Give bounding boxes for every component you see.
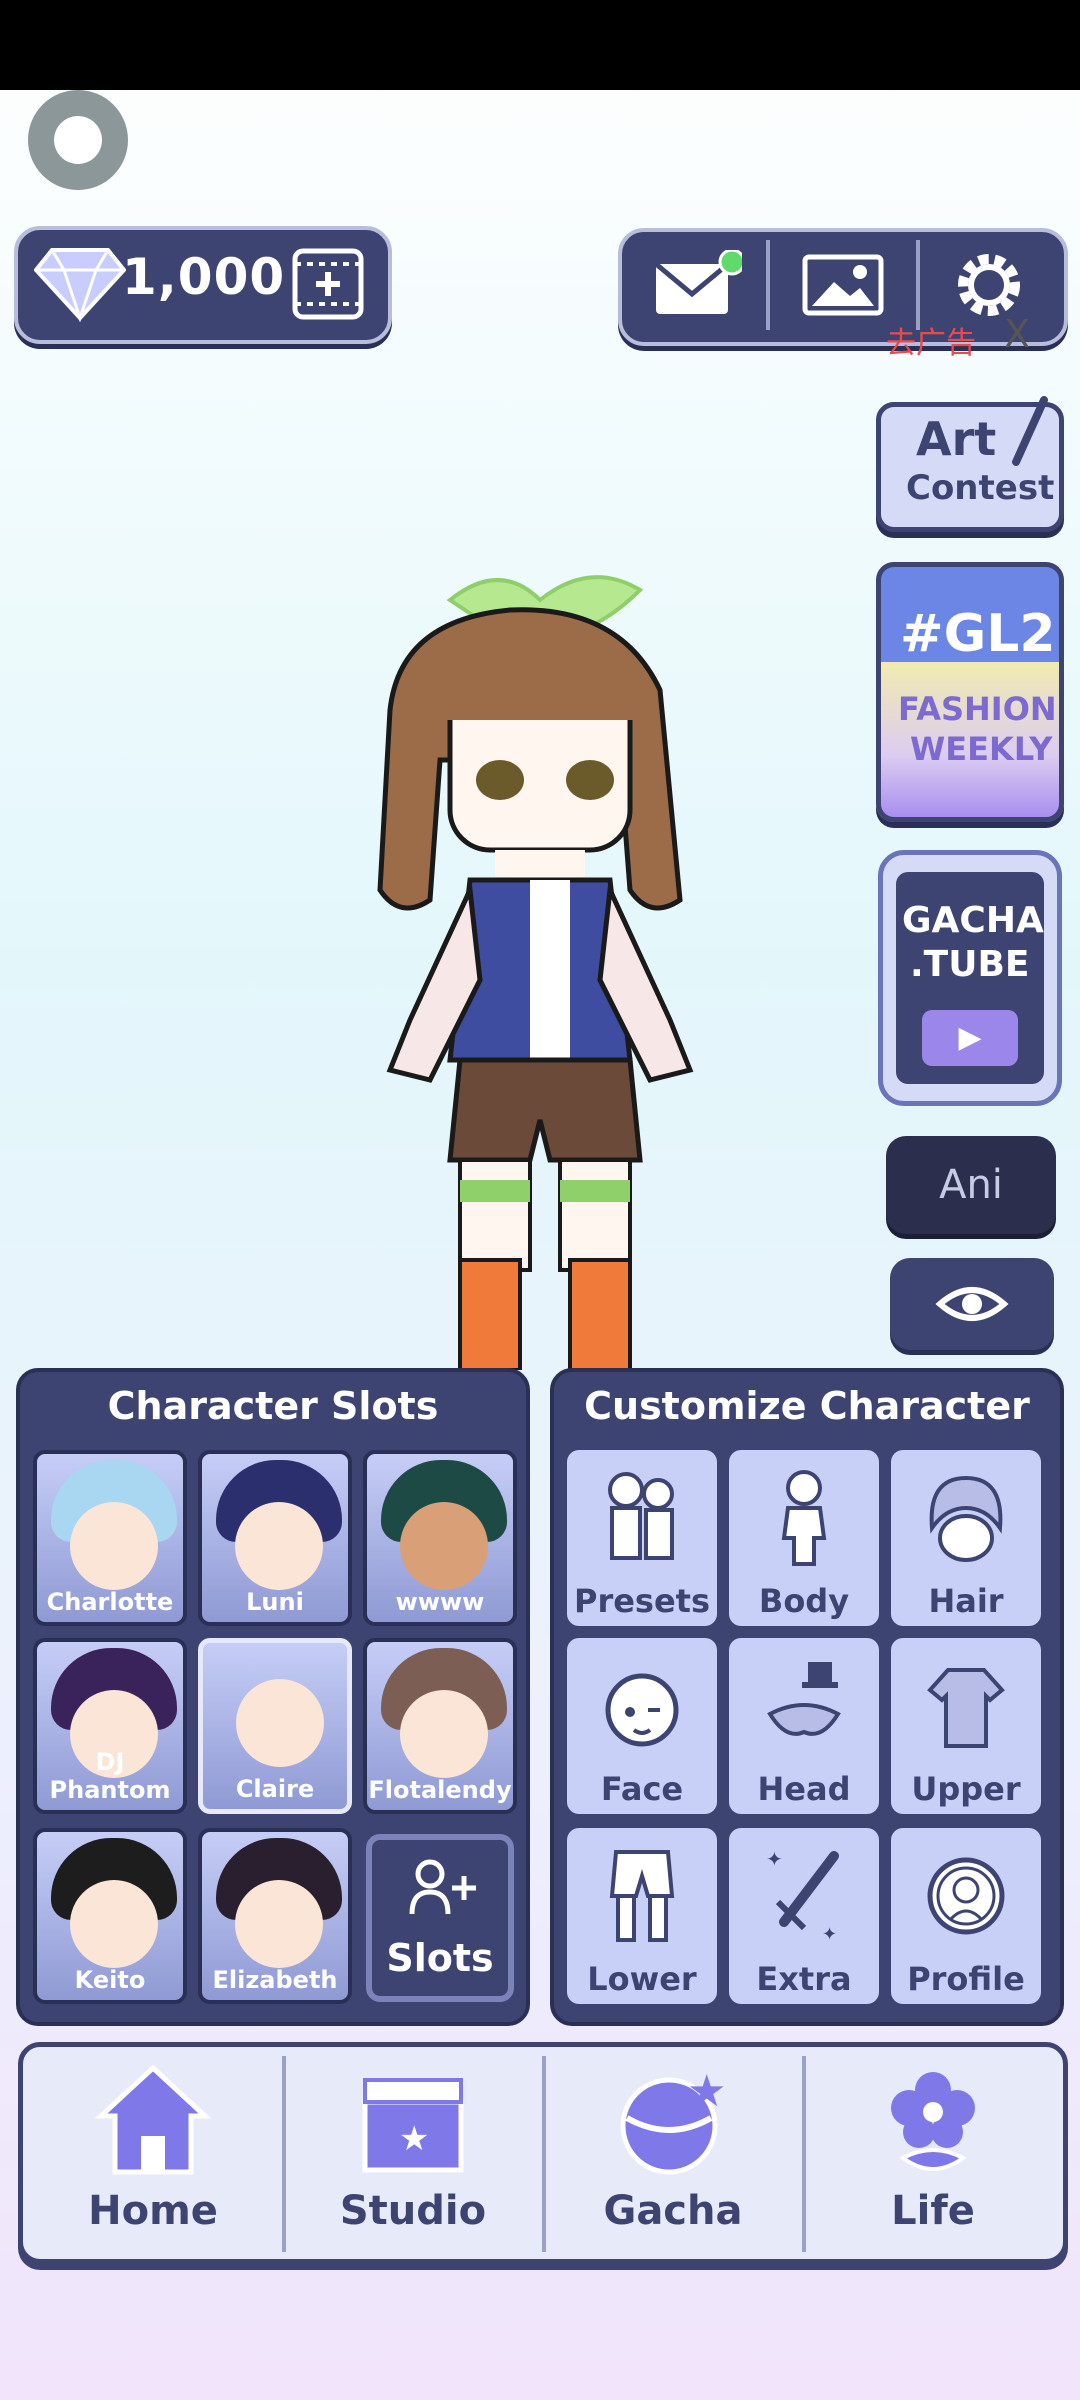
add-slots-button[interactable]: Slots bbox=[366, 1834, 514, 2002]
slot-name: Keito bbox=[74, 1966, 146, 1994]
customize-label: Presets bbox=[573, 1582, 711, 1620]
hair-icon bbox=[929, 1475, 1003, 1562]
add-slots-label: Slots bbox=[386, 1936, 494, 1980]
slot-name: Elizabeth bbox=[212, 1966, 338, 1994]
mail-icon[interactable] bbox=[652, 248, 746, 324]
art-contest-subtitle: Contest bbox=[906, 468, 1055, 508]
presets-icon bbox=[608, 1472, 674, 1560]
fashion-line2: WEEKLY bbox=[910, 730, 1053, 768]
close-ad-button[interactable]: X bbox=[1004, 312, 1030, 356]
extra-sword-icon: ✦✦ bbox=[766, 1847, 839, 1945]
nav-label: Home bbox=[88, 2188, 218, 2234]
slot-keito[interactable]: Keito bbox=[33, 1828, 187, 2004]
divider bbox=[916, 240, 920, 330]
customize-label: Lower bbox=[587, 1960, 697, 1998]
remove-ads-label[interactable]: 去广告 bbox=[886, 318, 976, 362]
slot-charlotte[interactable]: Charlotte bbox=[33, 1450, 187, 1626]
customize-label: Body bbox=[758, 1582, 850, 1620]
customize-label: Hair bbox=[928, 1582, 1004, 1620]
gallery-icon[interactable] bbox=[802, 254, 884, 320]
play-icon: ▶ bbox=[922, 1010, 1018, 1066]
slot-name: Luni bbox=[246, 1588, 304, 1616]
pencil-icon bbox=[1010, 396, 1050, 472]
customize-label: Profile bbox=[907, 1960, 1025, 1998]
clapperboard-icon: ★ bbox=[362, 2078, 464, 2173]
nav-home[interactable]: Home bbox=[24, 2048, 282, 2258]
fashion-line1: FASHION bbox=[898, 690, 1057, 728]
svg-text:✦: ✦ bbox=[766, 1847, 783, 1871]
customize-label: Head bbox=[757, 1770, 851, 1808]
character-preview[interactable] bbox=[330, 560, 750, 1374]
customize-lower[interactable]: Lower bbox=[567, 1828, 717, 2004]
customize-character-title: Customize Character bbox=[584, 1384, 1030, 1428]
slot-luni[interactable]: Luni bbox=[198, 1450, 352, 1626]
head-accessory-icon bbox=[767, 1662, 841, 1736]
slot-flotalendy[interactable]: Flotalendy bbox=[363, 1638, 517, 1814]
slot-name: wwww bbox=[395, 1588, 485, 1616]
eye-icon bbox=[935, 1287, 1009, 1321]
customize-label: Upper bbox=[911, 1770, 1021, 1808]
slot-name: DJ Phantom bbox=[49, 1748, 171, 1804]
customize-extra[interactable]: ✦ ✦ Extra bbox=[729, 1828, 879, 2004]
nav-gacha[interactable]: ★ Gacha bbox=[544, 2048, 802, 2258]
customize-head[interactable]: Head bbox=[729, 1638, 879, 1814]
slot-elizabeth[interactable]: Elizabeth bbox=[198, 1828, 352, 2004]
status-bar bbox=[0, 0, 1080, 90]
ani-button[interactable]: Ani bbox=[886, 1136, 1056, 1234]
slot-name: Charlotte bbox=[46, 1588, 174, 1616]
customize-label: Face bbox=[600, 1770, 684, 1808]
svg-text:★: ★ bbox=[399, 2119, 429, 2159]
svg-text:★: ★ bbox=[687, 2066, 726, 2117]
slot-name: Flotalendy bbox=[368, 1776, 512, 1804]
face-icon bbox=[605, 1673, 679, 1747]
add-gems-button[interactable] bbox=[292, 248, 364, 324]
menu-circle-button[interactable] bbox=[28, 90, 128, 190]
profile-icon bbox=[927, 1857, 1005, 1935]
gacha-ball-icon: ★ bbox=[620, 2066, 726, 2175]
svg-text:✦: ✦ bbox=[822, 1924, 837, 1945]
diamond-icon bbox=[33, 246, 127, 326]
add-user-icon bbox=[409, 1859, 476, 1915]
art-contest-title: Art bbox=[916, 412, 997, 466]
nav-label: Life bbox=[891, 2188, 975, 2234]
body-icon bbox=[781, 1470, 827, 1566]
upper-clothing-icon bbox=[927, 1668, 1005, 1748]
gem-count: 1,000 bbox=[122, 248, 286, 306]
customize-label: Extra bbox=[756, 1960, 852, 1998]
slot-wwww[interactable]: wwww bbox=[363, 1450, 517, 1626]
slot-name: Claire bbox=[235, 1775, 315, 1803]
fashion-tag: #GL2 bbox=[900, 604, 1056, 664]
divider bbox=[766, 240, 770, 330]
slot-claire[interactable]: Claire bbox=[198, 1638, 352, 1814]
home-icon bbox=[94, 2064, 212, 2175]
flower-icon bbox=[891, 2072, 975, 2171]
eye-button[interactable] bbox=[890, 1258, 1054, 1350]
gacha-tube-line1: GACHA bbox=[902, 900, 1044, 941]
customize-hair[interactable]: Hair bbox=[891, 1450, 1041, 1626]
customize-body[interactable]: Body bbox=[729, 1450, 879, 1626]
nav-life[interactable]: Life bbox=[804, 2048, 1062, 2258]
customize-presets[interactable]: Presets bbox=[567, 1450, 717, 1626]
nav-label: Studio bbox=[339, 2188, 487, 2234]
slot-dj-phantom[interactable]: DJ Phantom bbox=[33, 1638, 187, 1814]
gacha-tube-line2: .TUBE bbox=[910, 944, 1030, 985]
customize-upper[interactable]: Upper bbox=[891, 1638, 1041, 1814]
character-slots-title: Character Slots bbox=[107, 1384, 439, 1428]
customize-profile[interactable]: Profile bbox=[891, 1828, 1041, 2004]
lower-clothing-icon bbox=[609, 1850, 675, 1942]
nav-label: Gacha bbox=[603, 2188, 743, 2234]
customize-face[interactable]: Face bbox=[567, 1638, 717, 1814]
nav-studio[interactable]: ★ Studio bbox=[284, 2048, 542, 2258]
